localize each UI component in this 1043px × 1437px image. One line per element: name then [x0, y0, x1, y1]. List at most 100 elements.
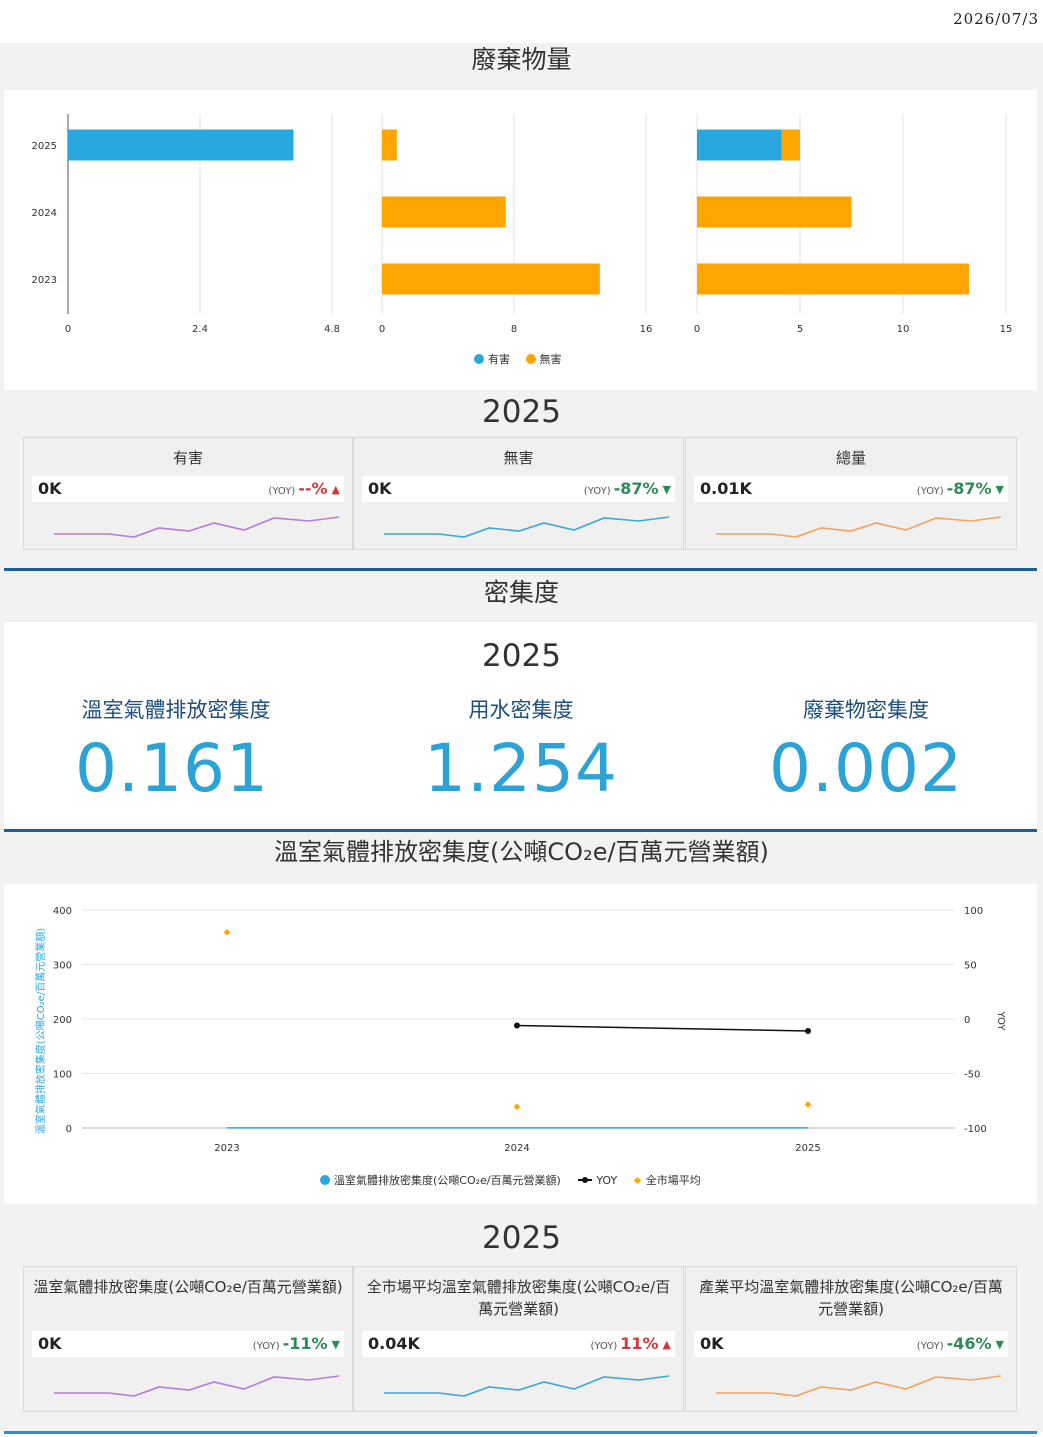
legend-diamond-icon: [633, 1176, 641, 1185]
kpi-card[interactable]: 產業平均溫室氣體排放密集度(公噸CO₂e/百萬元營業額) 0K (YOY) -46% ▼: [685, 1266, 1017, 1412]
kpi-yoy: (YOY) --% ▲: [268, 479, 340, 498]
kpi-value-row: 0.01K (YOY) -87% ▼: [694, 476, 1008, 502]
kpi-value-row: 0.04K (YOY) 11% ▲: [362, 1331, 675, 1357]
kpi-card[interactable]: 溫室氣體排放密集度(公噸CO₂e/百萬元營業額) 0K (YOY) -11% ▼: [23, 1266, 353, 1412]
x-tick-label: 0: [65, 324, 71, 335]
kpi-value-row: 0K (YOY) -11% ▼: [32, 1331, 344, 1357]
legend-item-yoy[interactable]: YOY: [578, 1174, 617, 1187]
legend-item-ghg[interactable]: 溫室氣體排放密集度(公噸CO₂e/百萬元營業額): [320, 1174, 561, 1187]
kpi-value-row: 0K (YOY) --% ▲: [32, 476, 344, 502]
x-tick-label: 8: [511, 324, 517, 335]
sparkline-path: [716, 1375, 1002, 1397]
yoy-value: 11%: [620, 1334, 659, 1353]
waste-intensity-value: 0.002: [769, 730, 963, 807]
kpi-value: 0K: [700, 1334, 724, 1353]
kpi-title: 無害: [503, 449, 534, 467]
kpi-card[interactable]: 無害 0K (YOY) -87% ▼: [353, 437, 684, 550]
triangle-down-icon: ▼: [331, 1338, 340, 1351]
section-divider: [4, 1431, 1037, 1434]
water-intensity-label: 用水密集度: [468, 698, 574, 722]
kpi-yoy: (YOY) 11% ▲: [590, 1334, 671, 1353]
kpi-title: 產業平均溫室氣體排放密集度(公噸CO₂e/百萬元營業額): [699, 1278, 1003, 1318]
bar: [382, 129, 397, 161]
legend-dot-icon: [320, 1175, 330, 1185]
kpi-title: 全市場平均溫室氣體排放密集度(公噸CO₂e/百萬元營業額): [366, 1278, 671, 1318]
kpi-yoy: (YOY) -46% ▼: [917, 1334, 1004, 1353]
y2-tick-label: 0: [964, 1015, 970, 1026]
legend-label: YOY: [596, 1174, 618, 1187]
legend-label: 無害: [539, 353, 562, 366]
ghg-line-chart: 0 100 200 300 400 -100 -50 0 50 100 2023 2024 2025 溫室…: [34, 906, 1006, 1154]
y2-tick-label: -50: [964, 1070, 980, 1081]
waste-legend: 有害 無害: [474, 351, 562, 367]
kpi-card[interactable]: 有害 0K (YOY) --% ▲: [23, 437, 353, 550]
kpi-sparkline: [716, 1375, 1002, 1397]
x-tick-label: 0: [694, 324, 700, 335]
market-avg-point: [513, 1103, 521, 1110]
bar: [382, 196, 506, 228]
yoy-label: (YOY): [916, 1341, 944, 1352]
yoy-value: -87%: [946, 479, 992, 498]
yoy-value: --%: [298, 479, 328, 498]
x-tick-label: 2025: [795, 1143, 820, 1154]
triangle-down-icon: ▼: [662, 483, 671, 496]
y-tick-label: 2023: [32, 275, 57, 286]
ghg-section-title: 溫室氣體排放密集度(公噸CO₂e/百萬元營業額): [274, 838, 769, 866]
bar: [382, 263, 600, 295]
legend-item-hazardous[interactable]: 有害: [474, 353, 510, 366]
y2-tick-label: -100: [964, 1124, 987, 1135]
triangle-down-icon: ▼: [995, 483, 1004, 496]
yoy-label: (YOY): [583, 486, 611, 497]
kpi-card[interactable]: 全市場平均溫室氣體排放密集度(公噸CO₂e/百萬元營業額) 0.04K (YOY) 1…: [353, 1266, 684, 1412]
ghg-intensity-label: 溫室氣體排放密集度: [81, 698, 271, 722]
kpi-card[interactable]: 總量 0.01K (YOY) -87% ▼: [685, 437, 1017, 550]
yoy-value: -11%: [282, 1334, 328, 1353]
bar: [697, 196, 852, 228]
y-tick-label: 2024: [32, 208, 57, 219]
y-tick-label: 0: [66, 1124, 72, 1135]
triangle-up-icon: ▲: [662, 1338, 671, 1351]
legend-line-dot-icon: [578, 1177, 593, 1183]
waste-intensity-label: 廢棄物密集度: [803, 698, 929, 722]
ghg-intensity-value: 0.161: [75, 730, 269, 807]
y-tick-label: 400: [53, 906, 72, 917]
intensity-year: 2025: [482, 638, 561, 674]
kpi-value: 0K: [368, 479, 392, 498]
x-tick-label: 4.8: [324, 324, 340, 335]
series-line: [516, 1024, 809, 1032]
bar: [697, 129, 782, 161]
legend-item-market-avg[interactable]: 全市場平均: [633, 1174, 701, 1187]
sparkline-path: [384, 1375, 670, 1397]
report-date: 2026/07/3: [953, 10, 1039, 28]
triangle-down-icon: ▼: [995, 1338, 1004, 1351]
x-tick-label: 10: [897, 324, 910, 335]
x-tick-label: 15: [1000, 324, 1013, 335]
legend-label: 全市場平均: [645, 1174, 701, 1187]
kpi-value: 0K: [38, 479, 62, 498]
y-tick-label: 100: [53, 1070, 72, 1081]
legend-label: 有害: [488, 353, 510, 366]
kpi-title: 有害: [172, 449, 203, 467]
triangle-up-icon: ▲: [331, 483, 340, 496]
yoy-label: (YOY): [590, 1341, 618, 1352]
yoy-point: [514, 1022, 520, 1029]
yoy-value: -46%: [946, 1334, 992, 1353]
x-tick-label: 16: [640, 324, 653, 335]
x-tick-label: 5: [797, 324, 803, 335]
y2-axis-title: YOY: [995, 1011, 1006, 1032]
yoy-label: (YOY): [252, 1341, 280, 1352]
y-tick-label: 200: [53, 1015, 72, 1026]
kpi-sparkline: [54, 1375, 340, 1397]
legend-dot-icon: [474, 354, 484, 364]
kpi-value-row: 0K (YOY) -87% ▼: [362, 476, 675, 502]
kpi-value: 0.04K: [368, 1334, 420, 1353]
bar: [781, 129, 800, 161]
yoy-value: -87%: [613, 479, 659, 498]
sparkline-path: [54, 1375, 340, 1397]
bar: [68, 129, 294, 161]
legend-item-nonhazardous[interactable]: 無害: [525, 353, 562, 366]
x-tick-label: 0: [379, 324, 385, 335]
ghg-legend: 溫室氣體排放密集度(公噸CO₂e/百萬元營業額) YOY 全市場平均: [320, 1172, 701, 1188]
market-avg-point: [804, 1101, 812, 1108]
kpi-title: 總量: [835, 449, 866, 467]
